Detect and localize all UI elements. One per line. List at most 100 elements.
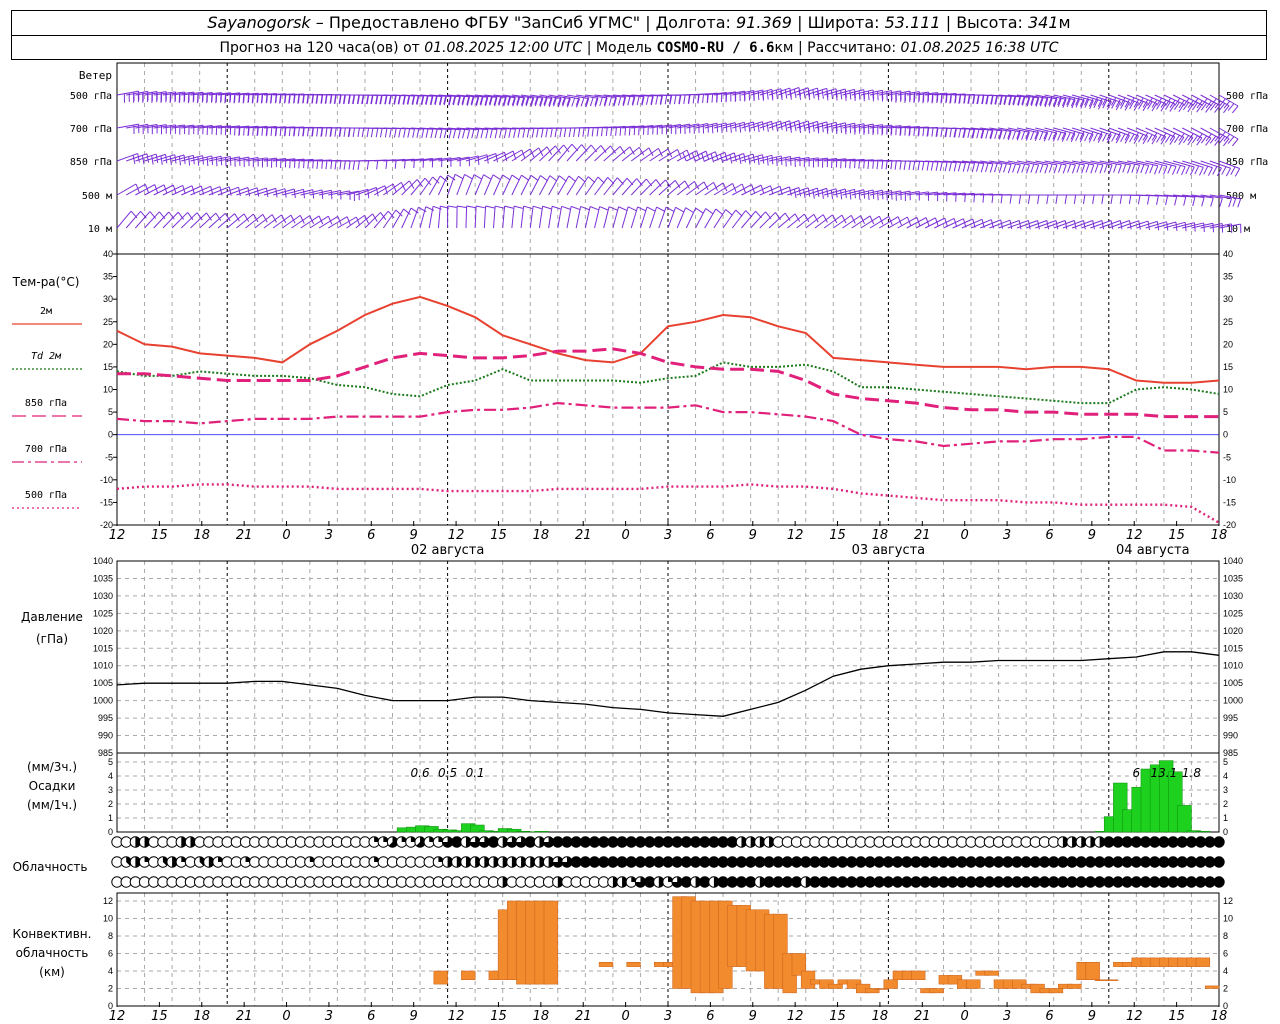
wind-barb-feather xyxy=(1218,103,1226,111)
wind-barb-feather xyxy=(844,125,847,135)
wind-barb-feather xyxy=(439,129,443,139)
wind-barb-feather xyxy=(931,127,934,137)
wind-barb-feather xyxy=(1093,132,1099,142)
wind-barb-feather xyxy=(899,160,902,170)
wind-barb-feather xyxy=(743,153,746,163)
conv-axis-hour-label: 12 xyxy=(109,1009,126,1024)
wind-barb-feather xyxy=(967,129,971,139)
wind-barb-shaft xyxy=(594,206,601,229)
wind-barb-feather xyxy=(1103,163,1108,173)
conv-bar xyxy=(1085,962,1100,980)
press-ytick-right: 990 xyxy=(1223,731,1238,741)
wind-barb xyxy=(410,206,427,229)
wind-barb-feather xyxy=(168,211,175,220)
wind-barb-feather xyxy=(174,154,177,164)
wind-barb-feather xyxy=(908,160,911,170)
temp-axis-hour-label: 6 xyxy=(1045,528,1053,543)
wind-barb xyxy=(144,153,168,165)
wind-barb-feather xyxy=(1219,198,1223,207)
wind-barb-feather xyxy=(589,206,599,211)
wind-barb-shaft xyxy=(126,153,148,162)
wind-barb xyxy=(447,205,457,228)
press-ytick-left: 1005 xyxy=(93,678,113,688)
wind-barb-feather xyxy=(725,209,733,216)
wind-barb-feather xyxy=(587,127,590,137)
wind-barb xyxy=(778,120,802,133)
temp-ytick-right: -5 xyxy=(1223,452,1231,462)
wind-barb-feather xyxy=(877,191,879,201)
wind-barb-feather xyxy=(735,209,743,217)
wind-barb-feather xyxy=(275,188,278,198)
wind-barb-feather xyxy=(1209,135,1217,144)
wind-barb-feather xyxy=(550,128,553,138)
wind-barb-feather xyxy=(1128,220,1132,230)
temp-axis-hour-label: 15 xyxy=(829,528,846,543)
wind-level-label-left: 700 гПа xyxy=(70,124,112,135)
wind-barb xyxy=(456,205,467,229)
wind-barb-feather xyxy=(618,96,622,106)
wind-barb xyxy=(364,212,387,229)
wind-barb-feather xyxy=(447,205,457,208)
wind-barb-feather xyxy=(1117,164,1122,174)
wind-barb-feather xyxy=(480,129,484,139)
temp-axis-hour-label: 18 xyxy=(872,528,889,543)
wind-barb-feather xyxy=(1073,194,1077,204)
wind-barb-feather xyxy=(242,94,245,104)
wind-barb-feather xyxy=(1210,197,1214,207)
wind-barb-feather xyxy=(1187,104,1194,113)
wind-barb-feather xyxy=(146,153,150,163)
wind-barb-feather xyxy=(1227,103,1235,111)
wind-barb-feather xyxy=(352,160,356,170)
wind-barb-feather xyxy=(1048,163,1053,173)
wind-barb-feather xyxy=(1219,98,1226,107)
wind-barb-feather xyxy=(1234,168,1241,177)
prec-ytick-right: 1 xyxy=(1223,813,1228,823)
wind-barb-feather xyxy=(1209,102,1217,111)
press-title: Давление xyxy=(21,610,83,624)
wind-barb-feather xyxy=(523,205,533,210)
wind-barb-feather xyxy=(348,160,351,170)
wind-barb-feather xyxy=(1092,220,1095,230)
wind-barb-feather xyxy=(357,127,360,137)
conv-bar xyxy=(883,979,898,989)
conv-ytick-right: 4 xyxy=(1223,966,1228,976)
wind-barb-feather xyxy=(504,205,514,209)
wind-barb-feather xyxy=(1081,164,1086,174)
wind-barb-feather xyxy=(1223,105,1230,114)
wind-barb-feather xyxy=(1219,131,1226,140)
temp-ytick-right: -15 xyxy=(1223,497,1236,507)
wind-barb-shaft xyxy=(465,205,468,229)
wind-barb-feather xyxy=(1172,166,1177,175)
wind-barb-feather xyxy=(1082,194,1086,204)
wind-barb-feather xyxy=(578,175,586,183)
wind-barb-feather xyxy=(628,126,631,136)
wind-barb-feather xyxy=(957,162,962,172)
prec-bar xyxy=(1195,831,1211,833)
wind-barb-feather xyxy=(430,129,434,139)
temp-axis-hour-label: 18 xyxy=(533,528,550,543)
wind-barb-feather xyxy=(352,127,356,137)
wind-barb-feather xyxy=(776,157,778,167)
temp-legend-label: 2м xyxy=(40,306,52,317)
wind-barb-feather xyxy=(1055,220,1059,230)
temp-ytick-left: 5 xyxy=(108,407,113,417)
wind-barb-feather xyxy=(513,205,523,209)
wind-barb-feather xyxy=(526,128,530,138)
wind-barb-feather xyxy=(930,161,934,171)
wind-barb-feather xyxy=(549,175,558,182)
wind-barb-feather xyxy=(831,123,833,133)
wind-barb-feather xyxy=(457,205,467,209)
press-ytick-left: 1035 xyxy=(93,573,113,583)
conv-ytick-left: 2 xyxy=(108,984,113,994)
wind-barb-feather xyxy=(976,129,980,139)
wind-barb xyxy=(1182,127,1203,146)
wind-barb-feather xyxy=(1083,220,1086,230)
pressure-panel: 1040 1040 1035 1035 1030 1030 1025 1025 1020 1020… xyxy=(21,556,1243,758)
wind-barb-feather xyxy=(610,126,613,137)
wind-barb xyxy=(1081,94,1103,110)
wind-barb-shaft xyxy=(116,153,138,162)
wind-barb-feather xyxy=(1147,195,1150,205)
conv-bar xyxy=(984,970,999,976)
wind-barb xyxy=(116,123,140,135)
conv-bar xyxy=(1195,957,1211,967)
